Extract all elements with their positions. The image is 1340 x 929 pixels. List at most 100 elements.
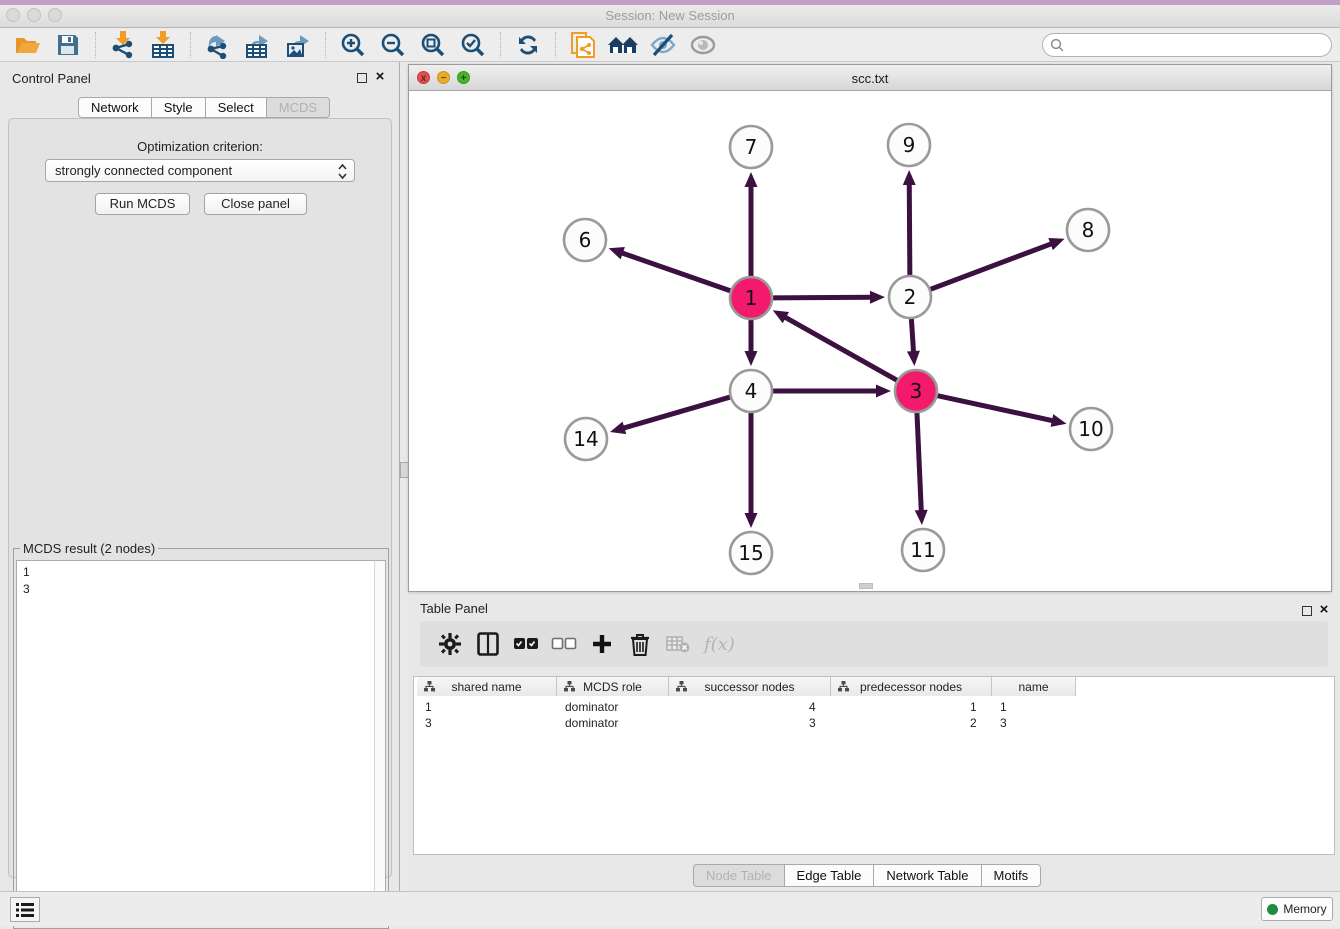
table-panel-float-icon[interactable] bbox=[1302, 606, 1312, 616]
column-header-label: shared name bbox=[451, 680, 521, 694]
graph-edge-3-1[interactable] bbox=[783, 316, 899, 382]
hide-selected-eye-icon[interactable] bbox=[646, 31, 680, 59]
search-input[interactable] bbox=[1042, 33, 1332, 57]
import-table-icon[interactable] bbox=[146, 31, 180, 59]
toolbar-divider bbox=[95, 32, 96, 58]
graph-node-label: 2 bbox=[904, 285, 917, 309]
network-window: x − + scc.txt 7968124314101511 bbox=[408, 64, 1332, 592]
column-header-name[interactable]: name bbox=[992, 677, 1076, 696]
graph-arrowhead bbox=[915, 510, 928, 525]
tab-motifs[interactable]: Motifs bbox=[982, 864, 1042, 887]
delete-columns-trash-icon[interactable] bbox=[622, 628, 658, 660]
new-network-icon[interactable] bbox=[566, 31, 600, 59]
add-column-icon[interactable] bbox=[584, 628, 620, 660]
graph-edge-2-3[interactable] bbox=[911, 316, 913, 354]
zoom-in-icon[interactable] bbox=[336, 31, 370, 59]
open-session-icon[interactable] bbox=[11, 31, 45, 59]
graph-edge-3-11[interactable] bbox=[917, 410, 922, 513]
table-cell[interactable]: dominator bbox=[565, 700, 618, 714]
memory-status-icon bbox=[1267, 904, 1278, 915]
graph-node-label: 4 bbox=[745, 379, 758, 403]
graph-edge-4-14[interactable] bbox=[622, 396, 733, 428]
tab-node-table[interactable]: Node Table bbox=[693, 864, 785, 887]
table-cell[interactable]: dominator bbox=[565, 716, 618, 730]
table-cell[interactable]: 1 bbox=[425, 700, 432, 714]
table-cell[interactable]: 3 bbox=[809, 716, 816, 730]
zoom-fit-icon[interactable] bbox=[416, 31, 450, 59]
node-table[interactable]: shared name MCDS role successor nodesprede… bbox=[413, 676, 1335, 855]
table-options-gear-icon[interactable] bbox=[432, 628, 468, 660]
tab-style[interactable]: Style bbox=[152, 97, 206, 118]
network-canvas[interactable]: 7968124314101511 bbox=[409, 91, 1331, 591]
network-window-titlebar[interactable]: x − + scc.txt bbox=[409, 65, 1331, 91]
zoom-selected-icon[interactable] bbox=[456, 31, 490, 59]
show-hidden-eye-icon[interactable] bbox=[686, 31, 720, 59]
memory-button[interactable]: Memory bbox=[1261, 897, 1333, 921]
table-panel-close-icon[interactable]: × bbox=[1317, 601, 1331, 618]
table-cell[interactable]: 3 bbox=[425, 716, 432, 730]
toolbar-divider bbox=[555, 32, 556, 58]
table-cell[interactable]: 1 bbox=[970, 700, 977, 714]
column-header-shared-name[interactable]: shared name bbox=[417, 677, 557, 696]
session-title: Session: New Session bbox=[0, 8, 1340, 23]
graph-node-label: 11 bbox=[910, 538, 935, 562]
tab-network[interactable]: Network bbox=[78, 97, 152, 118]
criterion-select[interactable]: strongly connected component bbox=[45, 159, 355, 182]
graph-node-label: 10 bbox=[1078, 417, 1103, 441]
toolbar-divider bbox=[500, 32, 501, 58]
control-panel-close-icon[interactable]: × bbox=[373, 68, 387, 85]
mcds-result-scrollbar[interactable] bbox=[374, 560, 386, 926]
column-view-icon[interactable] bbox=[470, 628, 506, 660]
graph-arrowhead bbox=[1051, 414, 1067, 427]
criterion-select-value: strongly connected component bbox=[55, 163, 232, 178]
column-header-predecessor-nodes[interactable]: predecessor nodes bbox=[831, 677, 992, 696]
export-table-icon[interactable] bbox=[241, 31, 275, 59]
control-panel-float-icon[interactable] bbox=[357, 73, 367, 83]
toolbar-divider bbox=[325, 32, 326, 58]
unselect-all-columns-icon[interactable] bbox=[546, 628, 582, 660]
export-network-icon[interactable] bbox=[201, 31, 235, 59]
tab-mcds[interactable]: MCDS bbox=[267, 97, 330, 118]
search-field-wrap bbox=[1042, 33, 1332, 57]
table-cell[interactable]: 4 bbox=[809, 700, 816, 714]
chevron-updown-icon bbox=[338, 163, 347, 186]
mcds-panel: Optimization criterion: strongly connect… bbox=[8, 118, 392, 878]
graph-edge-2-9[interactable] bbox=[909, 182, 910, 278]
mcds-result-text[interactable]: 1 3 bbox=[16, 560, 386, 926]
table-cell[interactable]: 1 bbox=[1000, 700, 1007, 714]
toolbar-divider bbox=[190, 32, 191, 58]
save-session-icon[interactable] bbox=[51, 31, 85, 59]
graph-node-label: 7 bbox=[745, 135, 758, 159]
graph-edge-3-10[interactable] bbox=[935, 395, 1055, 421]
column-header-MCDS-role[interactable]: MCDS role bbox=[557, 677, 669, 696]
graph-edge-2-8[interactable] bbox=[928, 243, 1054, 290]
mcds-result-title: MCDS result (2 nodes) bbox=[20, 541, 158, 556]
show-all-houses-icon[interactable] bbox=[606, 31, 640, 59]
column-header-successor-nodes[interactable]: successor nodes bbox=[669, 677, 831, 696]
apply-layout-icon[interactable] bbox=[511, 31, 545, 59]
table-cell[interactable]: 3 bbox=[1000, 716, 1007, 730]
function-builder-icon[interactable]: f(x) bbox=[704, 634, 735, 655]
table-cell[interactable]: 2 bbox=[970, 716, 977, 730]
graph-edge-1-2[interactable] bbox=[770, 297, 873, 298]
network-hscrollbar-thumb[interactable] bbox=[859, 583, 873, 589]
titlebar-accent-strip bbox=[0, 0, 1340, 5]
control-panel-title: Control Panel bbox=[12, 71, 91, 86]
graph-node-label: 9 bbox=[903, 133, 916, 157]
column-header-label: MCDS role bbox=[583, 680, 642, 694]
table-tabs: Node Table Edge Table Network Table Moti… bbox=[693, 864, 1041, 887]
run-mcds-button[interactable]: Run MCDS bbox=[95, 193, 190, 215]
close-panel-button[interactable]: Close panel bbox=[204, 193, 307, 215]
tab-select[interactable]: Select bbox=[206, 97, 267, 118]
select-all-columns-icon[interactable] bbox=[508, 628, 544, 660]
task-history-button[interactable] bbox=[10, 897, 40, 922]
graph-edge-1-6[interactable] bbox=[620, 252, 733, 292]
delete-table-icon[interactable] bbox=[660, 628, 696, 660]
tab-network-table[interactable]: Network Table bbox=[874, 864, 981, 887]
tab-edge-table[interactable]: Edge Table bbox=[785, 864, 875, 887]
app-titlebar: Session: New Session bbox=[0, 0, 1340, 28]
export-image-icon[interactable] bbox=[281, 31, 315, 59]
zoom-out-icon[interactable] bbox=[376, 31, 410, 59]
import-network-icon[interactable] bbox=[106, 31, 140, 59]
main-toolbar bbox=[0, 28, 1340, 62]
